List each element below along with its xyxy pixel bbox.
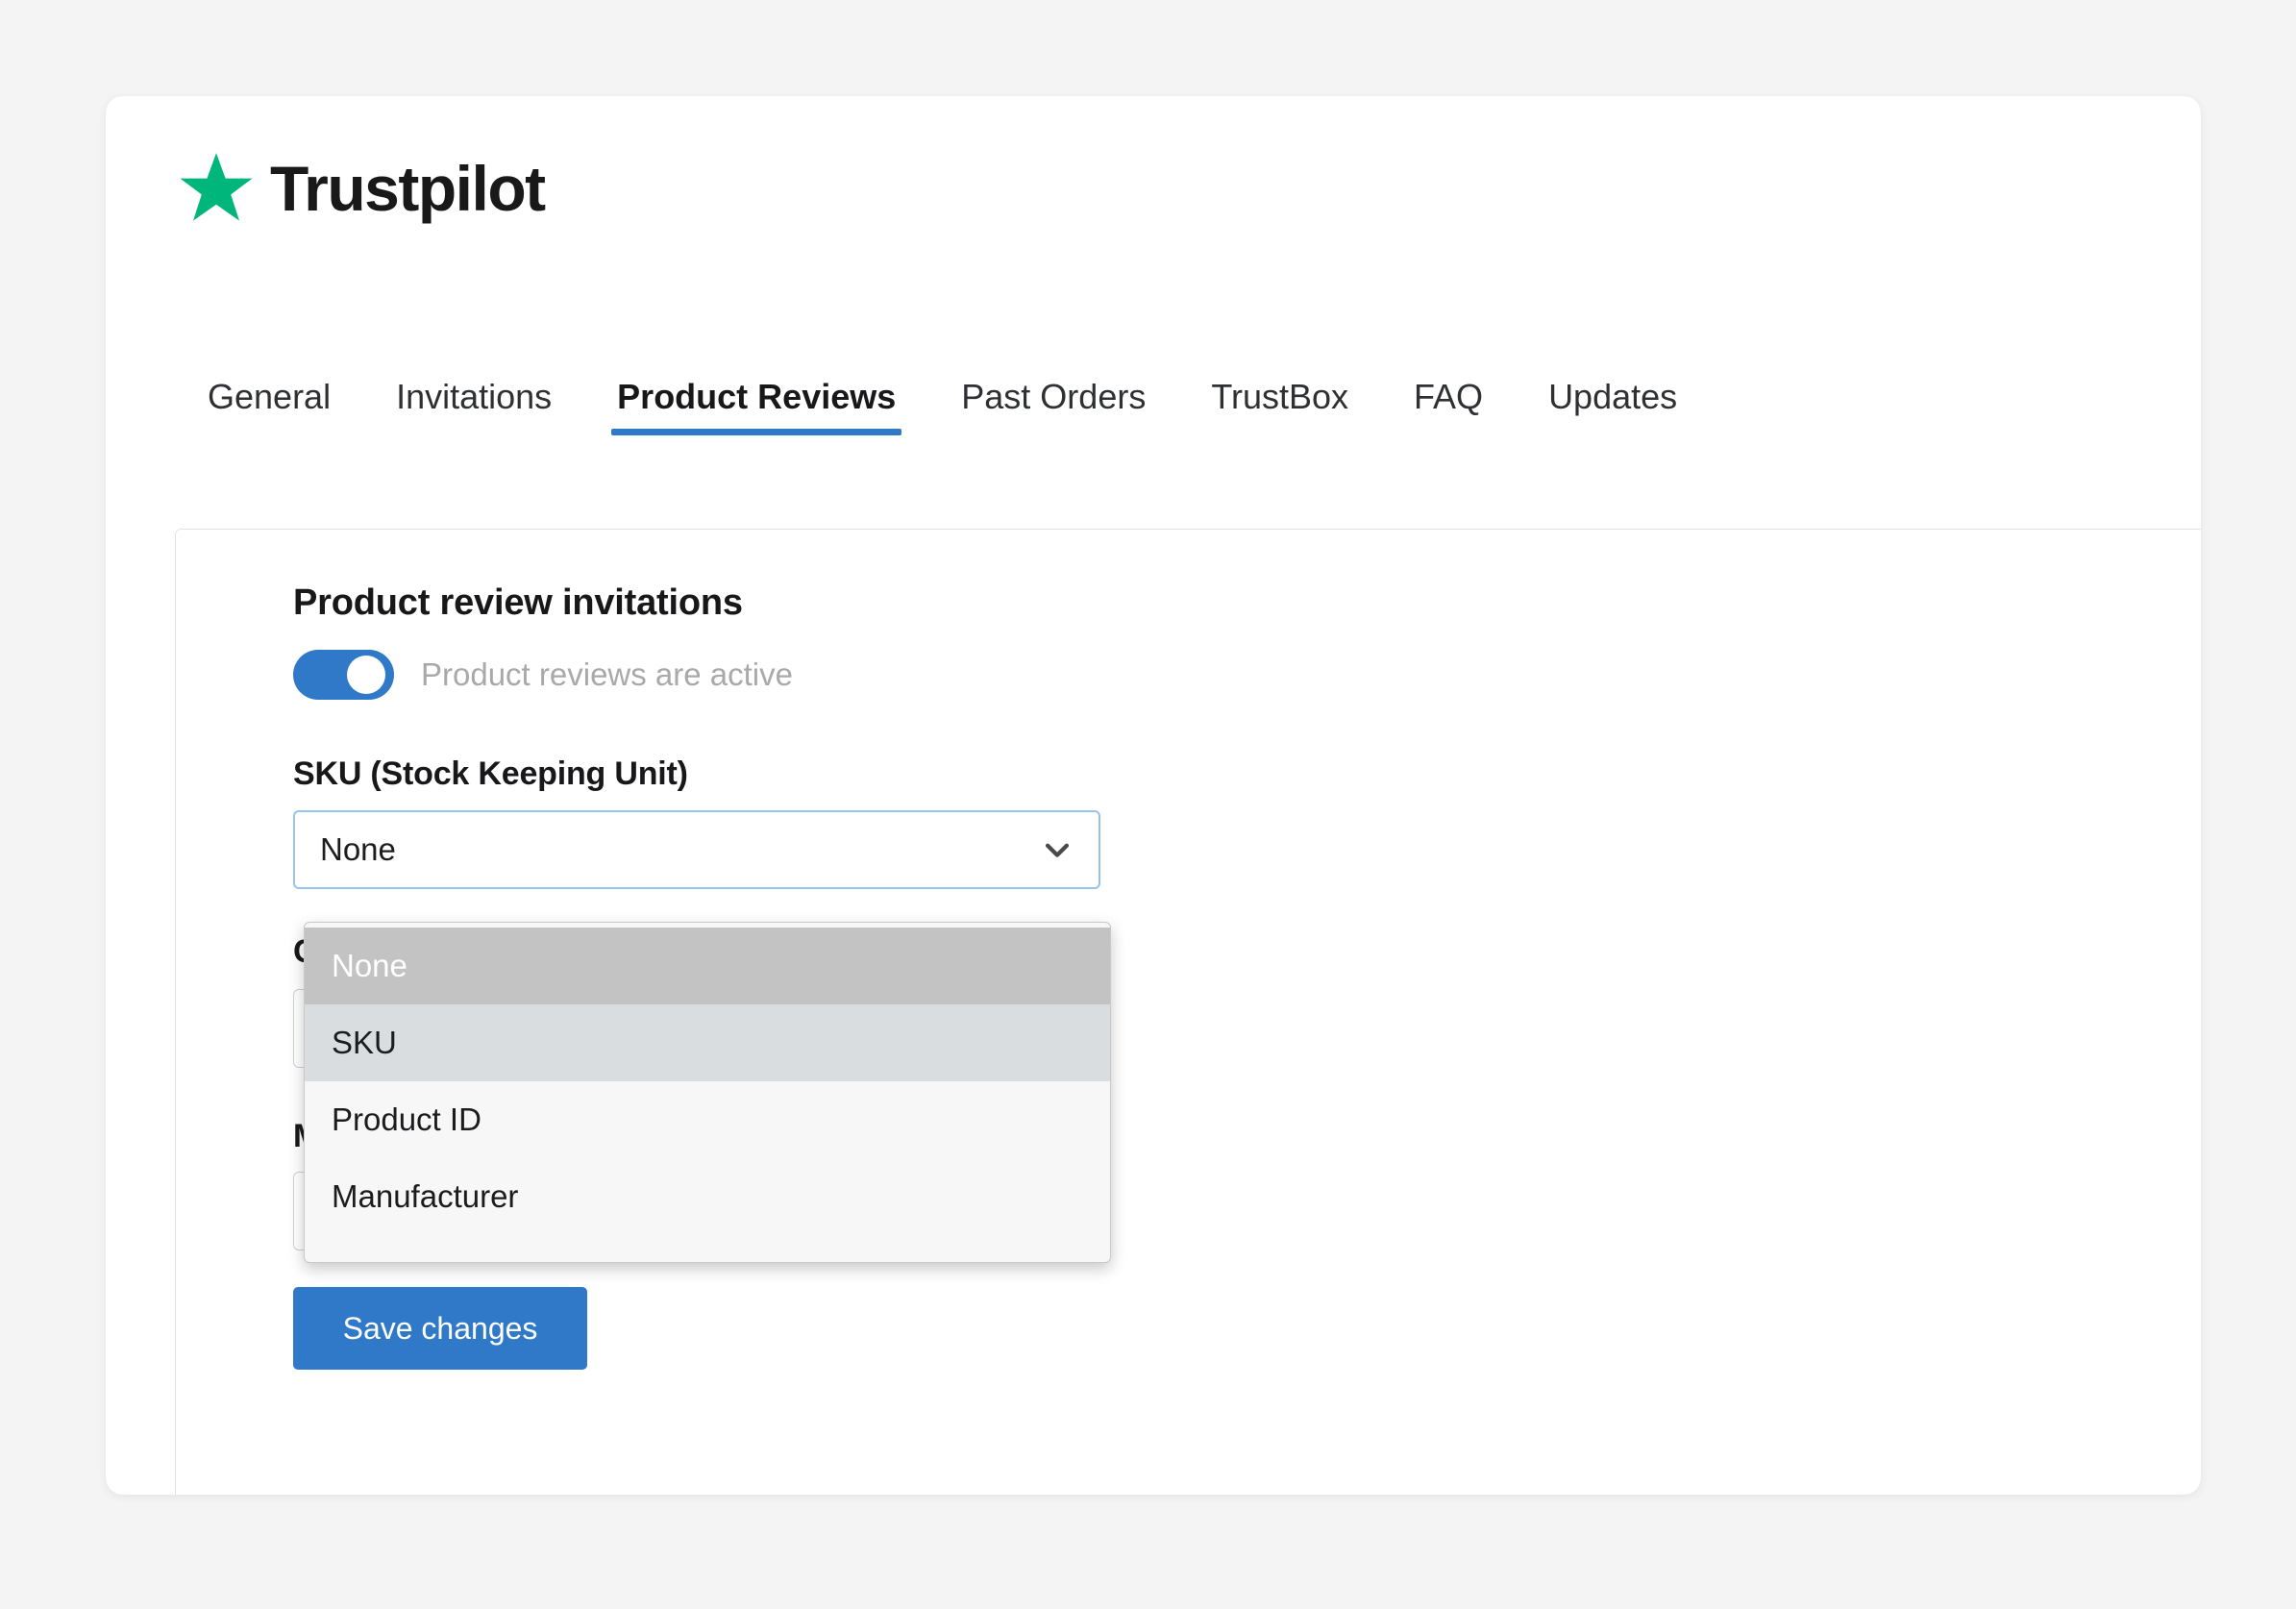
dropdown-option-none[interactable]: None xyxy=(305,928,1110,1004)
tab-general[interactable]: General xyxy=(175,380,363,435)
sku-field-label: SKU (Stock Keeping Unit) xyxy=(293,755,688,792)
tab-faq[interactable]: FAQ xyxy=(1381,380,1516,435)
toggle-knob xyxy=(347,656,385,694)
tab-trustbox[interactable]: TrustBox xyxy=(1178,380,1381,435)
dropdown-option-sku[interactable]: SKU xyxy=(305,1004,1110,1081)
dropdown-option-manufacturer[interactable]: Manufacturer xyxy=(305,1158,1110,1235)
sku-select[interactable]: None xyxy=(293,810,1100,889)
section-title: Product review invitations xyxy=(293,582,743,623)
product-reviews-panel: Product review invitations Product revie… xyxy=(175,529,2201,1495)
dropdown-option-product-id[interactable]: Product ID xyxy=(305,1081,1110,1158)
toggle-status-label: Product reviews are active xyxy=(421,656,793,692)
tab-updates[interactable]: Updates xyxy=(1516,380,1710,435)
brand-logo: Trustpilot xyxy=(178,150,546,227)
save-changes-button[interactable]: Save changes xyxy=(293,1287,587,1370)
sku-select-value: None xyxy=(320,831,396,867)
trustpilot-star-icon xyxy=(178,150,255,227)
app-card: Trustpilot General Invitations Product R… xyxy=(106,96,2201,1495)
product-reviews-toggle-row: Product reviews are active xyxy=(293,650,793,700)
tab-product-reviews[interactable]: Product Reviews xyxy=(584,380,928,435)
tab-past-orders[interactable]: Past Orders xyxy=(928,380,1178,435)
app-page: Trustpilot General Invitations Product R… xyxy=(0,0,2296,1609)
tab-invitations[interactable]: Invitations xyxy=(363,380,584,435)
tab-bar: General Invitations Product Reviews Past… xyxy=(175,380,1710,435)
brand-wordmark: Trustpilot xyxy=(270,153,546,224)
product-reviews-toggle[interactable] xyxy=(293,650,394,700)
sku-dropdown-list[interactable]: None SKU Product ID Manufacturer xyxy=(304,922,1111,1263)
chevron-down-icon xyxy=(1041,833,1074,866)
